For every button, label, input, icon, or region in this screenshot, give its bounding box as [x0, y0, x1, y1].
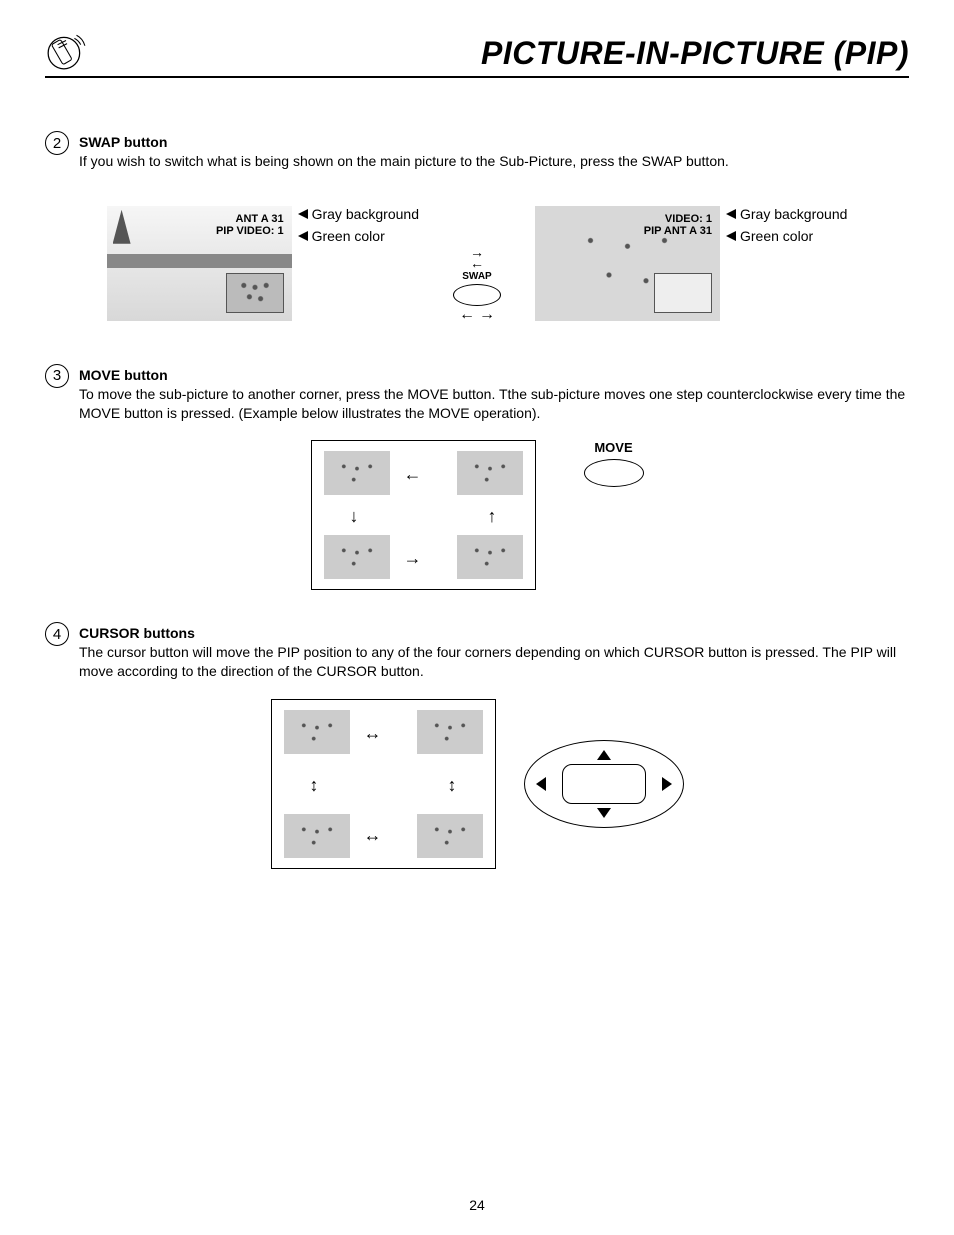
pip-bottom-right — [417, 814, 483, 858]
step-swap: 2 SWAP button If you wish to switch what… — [45, 133, 909, 171]
step-number-3: 3 — [45, 364, 69, 388]
remote-icon — [45, 30, 87, 72]
arrow-leftright-icon: ↔ — [364, 724, 382, 742]
move-title: MOVE button — [79, 366, 909, 385]
step-move: 3 MOVE button To move the sub-picture to… — [45, 366, 909, 423]
arrow-right-icon: → — [479, 310, 495, 320]
tv-after-line2: PIP ANT A 31 — [644, 225, 712, 238]
arrow-left-icon — [726, 209, 736, 219]
move-text: To move the sub-picture to another corne… — [79, 385, 909, 423]
swap-label: SWAP — [462, 271, 491, 282]
tv-before: ANT A 31 PIP VIDEO: 1 — [107, 206, 292, 321]
step-cursor: 4 CURSOR buttons The cursor button will … — [45, 624, 909, 681]
pip-bottom-left — [284, 814, 350, 858]
arrow-up-icon: ↑ — [488, 507, 497, 525]
cursor-dpad-icon — [524, 740, 684, 828]
anno-green-2: Green color — [740, 228, 813, 244]
pip-top-right — [417, 710, 483, 754]
swap-figure: ANT A 31 PIP VIDEO: 1 Gray background Gr… — [45, 206, 909, 321]
swap-text: If you wish to switch what is being show… — [79, 152, 909, 171]
cursor-right-icon — [662, 777, 672, 791]
arrow-left-icon: ← — [470, 258, 484, 269]
arrow-left-icon: ← — [404, 465, 422, 483]
arrow-left-icon — [298, 231, 308, 241]
page-header: PICTURE-IN-PICTURE (PIP) — [45, 30, 909, 78]
tv-after: VIDEO: 1 PIP ANT A 31 — [535, 206, 720, 321]
pip-top-right — [457, 451, 523, 495]
move-button-icon — [584, 459, 644, 487]
tv-after-line1: VIDEO: 1 — [644, 213, 712, 226]
arrow-left-icon — [298, 209, 308, 219]
arrow-right-icon: → — [404, 549, 422, 567]
arrow-updown-icon: ↕ — [448, 776, 457, 794]
anno-gray-1: Gray background — [312, 206, 419, 222]
swap-title: SWAP button — [79, 133, 909, 152]
arrow-updown-icon: ↕ — [310, 776, 319, 794]
tv-before-line1: ANT A 31 — [216, 213, 284, 226]
cursor-down-icon — [597, 808, 611, 818]
anno-gray-2: Gray background — [740, 206, 847, 222]
arrow-leftright-icon: ↔ — [364, 826, 382, 844]
swap-button-icon — [453, 284, 501, 306]
step-number-2: 2 — [45, 131, 69, 155]
cursor-figure: ↔ ↕ ↕ ↔ — [45, 699, 909, 869]
step-number-4: 4 — [45, 622, 69, 646]
cursor-text: The cursor button will move the PIP posi… — [79, 643, 909, 681]
move-figure: ← ↓ → ↑ MOVE — [45, 440, 909, 590]
tv-before-line2: PIP VIDEO: 1 — [216, 225, 284, 238]
arrow-left-icon: ← — [459, 310, 475, 320]
arrow-left-icon — [726, 231, 736, 241]
page-title: PICTURE-IN-PICTURE (PIP) — [481, 35, 909, 72]
pip-top-left — [284, 710, 350, 754]
cursor-left-icon — [536, 777, 546, 791]
pip-bottom-right — [457, 535, 523, 579]
arrow-down-icon: ↓ — [350, 507, 359, 525]
cursor-title: CURSOR buttons — [79, 624, 909, 643]
anno-green-1: Green color — [312, 228, 385, 244]
pip-top-left — [324, 451, 390, 495]
page-number: 24 — [0, 1197, 954, 1213]
move-label: MOVE — [594, 440, 632, 455]
swap-button-figure: → ← SWAP ← → — [453, 247, 501, 320]
cursor-up-icon — [597, 750, 611, 760]
pip-bottom-left — [324, 535, 390, 579]
